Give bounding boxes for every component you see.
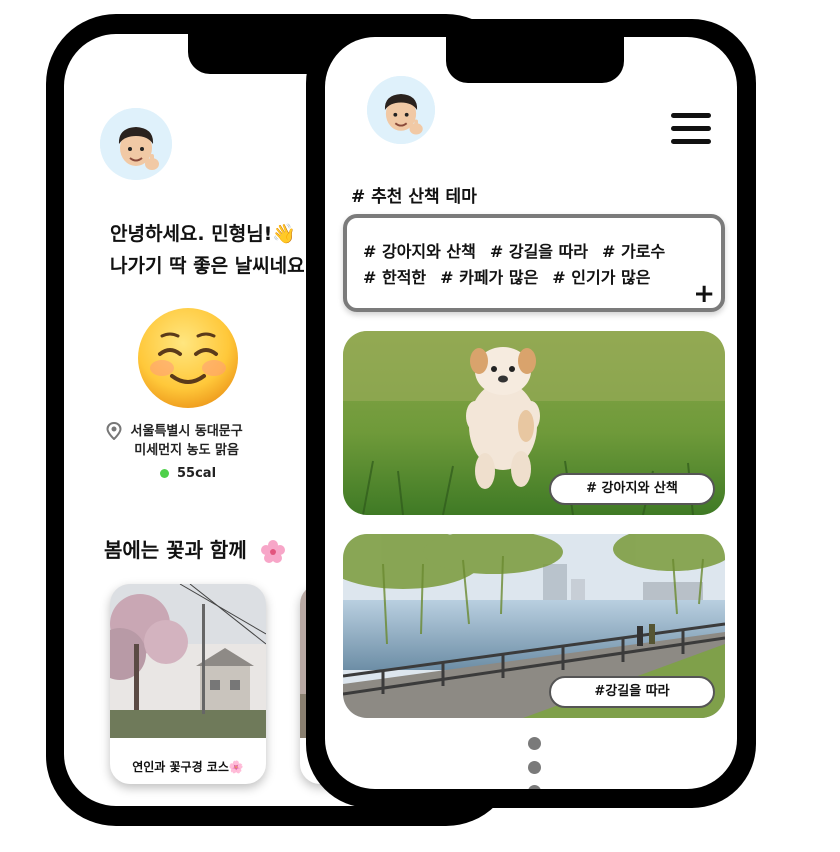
tag-dog-walk[interactable]: # 강아지와 산책 [363, 242, 476, 261]
section-title: 봄에는 꽃과 함께 [104, 534, 286, 565]
tag-box: # 강아지와 산책 # 강길을 따라 # 가로수 # 한적한 # 카페가 많은 # 인기… [343, 214, 725, 312]
greeting-text: 안녕하세요. 민형님!👋 나가기 딱 좋은 날씨네요 [110, 218, 305, 282]
tag-street-trees[interactable]: # 가로수 [602, 242, 665, 261]
tag-along-river[interactable]: # 강길을 따라 [490, 242, 588, 261]
course-card-photo [110, 584, 266, 738]
cherry-blossom-icon [260, 539, 285, 563]
course-card-label: 연인과 꽃구경 코스🌸 [132, 760, 244, 774]
front-phone-screen: # 추천 산책 테마 # 강아지와 산책 # 강길을 따라 # 가로수 # 한적한 #… [325, 37, 737, 789]
hamburger-menu-icon[interactable] [671, 113, 711, 147]
tag-many-cafes[interactable]: # 카페가 많은 [440, 268, 538, 287]
location-info: 서울특별시 동대문구 미세먼지 농도 맑음 [106, 422, 243, 460]
tag-quiet[interactable]: # 한적한 [363, 268, 426, 287]
status-dot-icon [160, 469, 169, 478]
location-pin-icon [106, 422, 122, 440]
course-card[interactable]: 연인과 꽃구경 코스🌸 [110, 584, 266, 784]
avatar[interactable] [367, 76, 435, 144]
front-phone-frame: # 추천 산책 테마 # 강아지와 산책 # 강길을 따라 # 가로수 # 한적한 #… [306, 19, 756, 808]
calorie-row: 55cal [160, 466, 216, 481]
tag-row-2: # 한적한 # 카페가 많은 # 인기가 많은 [363, 264, 664, 288]
section-title-text: 봄에는 꽃과 함께 [104, 538, 247, 562]
front-phone-notch [446, 37, 624, 83]
location-name: 서울특별시 동대문구 [130, 424, 243, 439]
avatar[interactable] [100, 108, 172, 180]
walk-card-label: #강길을 따라 [549, 676, 715, 708]
greeting-line-2: 나가기 딱 좋은 날씨네요 [110, 255, 305, 277]
walk-card-river[interactable]: #강길을 따라 [343, 534, 725, 718]
smiling-face-icon [138, 308, 238, 408]
walk-card-dog[interactable]: # 강아지와 산책 [343, 331, 725, 515]
greeting-line-1: 안녕하세요. 민형님!👋 [110, 223, 296, 245]
tag-popular[interactable]: # 인기가 많은 [552, 268, 650, 287]
walk-card-label: # 강아지와 산책 [549, 473, 715, 505]
tag-row-1: # 강아지와 산책 # 강길을 따라 # 가로수 [363, 238, 679, 262]
air-quality-text: 미세먼지 농도 맑음 [134, 443, 239, 458]
more-vertical-dots-icon[interactable] [528, 737, 542, 789]
theme-title: # 추천 산책 테마 [351, 187, 477, 207]
plus-icon[interactable]: + [693, 280, 715, 308]
calorie-value: 55cal [177, 466, 217, 481]
